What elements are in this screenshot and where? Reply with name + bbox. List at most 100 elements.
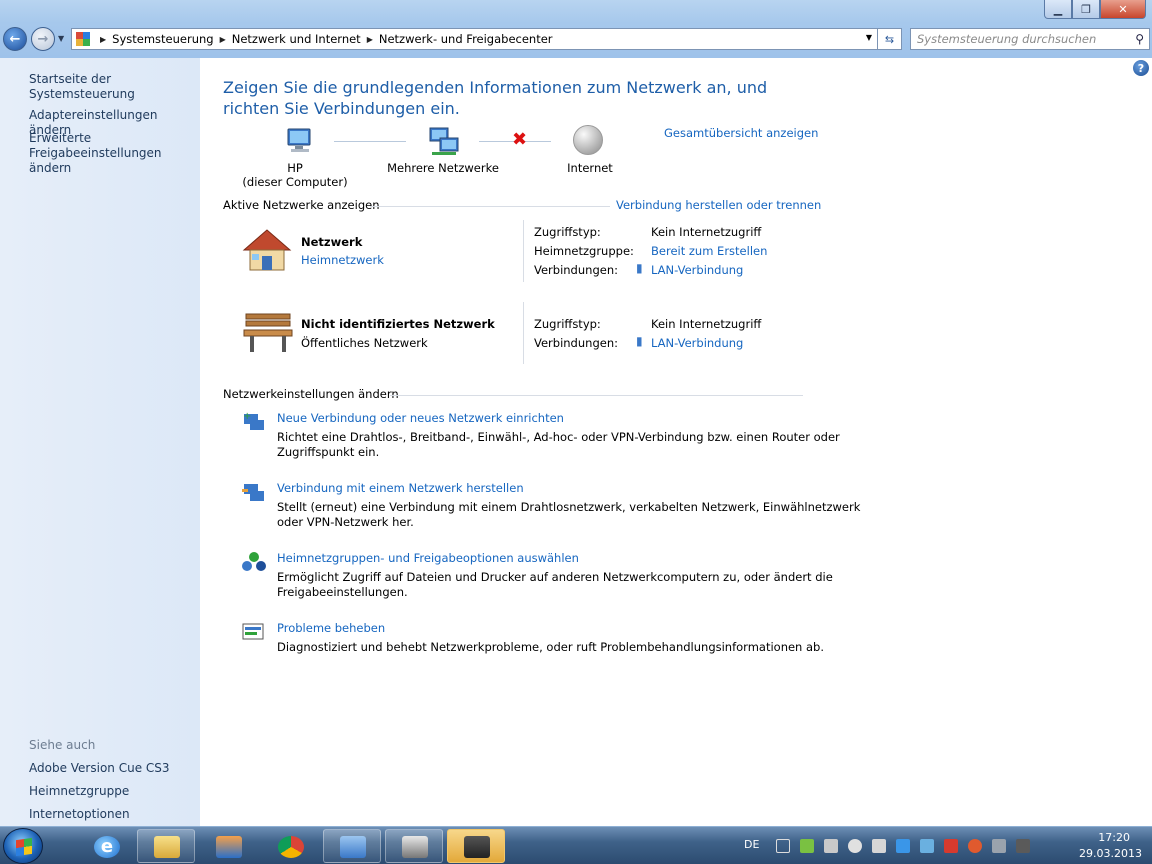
network-2-type: Öffentliches Netzwerk [301, 336, 428, 350]
link-internet-options[interactable]: Internetoptionen [29, 807, 130, 822]
active-networks-heading: Aktive Netzwerke anzeigen [223, 198, 380, 212]
no-connection-icon[interactable]: ✖ [512, 129, 527, 150]
clock-time[interactable]: 17:20 [1098, 831, 1130, 844]
window-controls: ▁ ❐ ✕ [1044, 0, 1146, 19]
network-1-conn-label: Verbindungen: [534, 263, 618, 277]
back-button[interactable]: ← [3, 27, 27, 51]
avira-icon[interactable] [944, 839, 958, 853]
see-also-heading: Siehe auch [29, 738, 96, 752]
home-network-icon[interactable] [242, 228, 292, 272]
breadcrumb-separator-icon[interactable]: ▶ [100, 35, 106, 44]
homegroup-options-icon [242, 552, 266, 571]
search-placeholder: Systemsteuerung durchsuchen [917, 32, 1097, 46]
network-1-type-link[interactable]: Heimnetzwerk [301, 253, 384, 267]
breadcrumb-separator-icon[interactable]: ▶ [367, 35, 373, 44]
refresh-button[interactable]: ⇆ [878, 28, 902, 50]
task-desc-line: oder VPN-Netzwerk her. [277, 515, 414, 529]
link-advanced-sharing[interactable]: Erweiterte Freigabeeinstellungen ändern [29, 131, 200, 176]
restore-button[interactable]: ❐ [1072, 0, 1100, 19]
usb-icon[interactable] [824, 839, 838, 853]
task-new-connection-link[interactable]: Neue Verbindung oder neues Netzwerk einr… [277, 411, 564, 425]
close-button[interactable]: ✕ [1100, 0, 1146, 19]
signal-icon[interactable] [992, 839, 1006, 853]
forward-button[interactable]: → [31, 27, 55, 51]
folder-icon [154, 836, 180, 858]
taskbar-explorer[interactable] [137, 829, 195, 863]
task-desc-line: Ermöglicht Zugriff auf Dateien und Druck… [277, 570, 833, 584]
action-center-flag-icon[interactable] [776, 839, 790, 853]
task-homegroup-desc: Ermöglicht Zugriff auf Dateien und Druck… [277, 570, 833, 600]
breadcrumb-freigabecenter[interactable]: Netzwerk- und Freigabecenter [379, 32, 553, 46]
network-1-divider [523, 220, 524, 282]
internet-globe-icon[interactable] [573, 125, 603, 155]
language-indicator[interactable]: DE [744, 838, 759, 851]
search-icon[interactable]: ⚲ [1135, 32, 1144, 46]
breadcrumb-netzwerk-internet[interactable]: Netzwerk und Internet [232, 32, 361, 46]
network-2-conn-label: Verbindungen: [534, 336, 618, 350]
taskbar-control-panel[interactable] [323, 829, 381, 863]
printer-icon [464, 836, 490, 858]
network-2-access-value: Kein Internetzugriff [651, 317, 762, 331]
window-titlebar: ▁ ❐ ✕ ← → ▼ ▶ Systemsteuerung ▶ Netzwerk… [0, 0, 1152, 58]
computer-icon[interactable] [285, 126, 315, 158]
section-divider [370, 206, 610, 207]
breadcrumb-systemsteuerung[interactable]: Systemsteuerung [112, 32, 213, 46]
search-input[interactable]: Systemsteuerung durchsuchen ⚲ [910, 28, 1150, 50]
dropbox-icon[interactable] [896, 839, 910, 853]
page-title: Zeigen Sie die grundlegenden Information… [223, 78, 768, 118]
taskbar-chrome[interactable] [261, 829, 319, 863]
control-panel-icon [76, 32, 90, 46]
network-1-homegroup-link[interactable]: Bereit zum Erstellen [651, 244, 767, 258]
network-2-divider [523, 302, 524, 364]
breadcrumb-separator-icon[interactable]: ▶ [220, 35, 226, 44]
network-2-access-label: Zugriffstyp: [534, 317, 601, 331]
taskbar-internet-explorer[interactable]: e [77, 829, 135, 863]
task-desc-line: Zugriffspunkt ein. [277, 445, 380, 459]
control-panel-app-icon [340, 836, 366, 858]
minimize-button[interactable]: ▁ [1044, 0, 1072, 19]
link-homegroup[interactable]: Heimnetzgruppe [29, 784, 129, 799]
help-icon[interactable]: ? [1133, 60, 1149, 76]
clock-date[interactable]: 29.03.2013 [1079, 847, 1142, 860]
multiple-networks-label: Mehrere Netzwerke [387, 161, 499, 175]
task-desc-line: Stellt (erneut) eine Verbindung mit eine… [277, 500, 861, 514]
task-desc-line: Freigabeeinstellungen. [277, 585, 408, 599]
link-advanced-sharing-line2: Freigabeeinstellungen ändern [29, 146, 162, 175]
recent-pages-dropdown-icon[interactable]: ▼ [58, 34, 64, 43]
task-new-connection-desc: Richtet eine Drahtlos-, Breitband-, Einw… [277, 430, 840, 460]
network-1-access-value: Kein Internetzugriff [651, 225, 762, 239]
link-adobe-version-cue[interactable]: Adobe Version Cue CS3 [29, 761, 170, 776]
network-2-lan-link[interactable]: LAN-Verbindung [651, 336, 743, 350]
taskbar-printer-app[interactable] [447, 829, 505, 863]
taskbar-network-app[interactable] [385, 829, 443, 863]
network-1-homegroup-label: Heimnetzgruppe: [534, 244, 634, 258]
internet-explorer-icon: e [94, 836, 120, 858]
full-map-link[interactable]: Gesamtübersicht anzeigen [664, 126, 818, 140]
printer-tray-icon[interactable] [872, 839, 886, 853]
volume-icon[interactable] [848, 839, 862, 853]
network-1-lan-link[interactable]: LAN-Verbindung [651, 263, 743, 277]
network-tray-icon[interactable] [1016, 839, 1030, 853]
task-desc-line: Richtet eine Drahtlos-, Breitband-, Einw… [277, 430, 840, 444]
task-troubleshoot-link[interactable]: Probleme beheben [277, 621, 385, 635]
left-navigation-pane: Startseite der Systemsteuerung Adapterei… [0, 58, 200, 826]
link-advanced-sharing-line1: Erweiterte [29, 131, 92, 145]
multiple-networks-icon[interactable] [428, 126, 462, 158]
connect-disconnect-link[interactable]: Verbindung herstellen oder trennen [616, 198, 821, 212]
public-network-bench-icon[interactable] [242, 310, 294, 356]
settings-heading: Netzwerkeinstellungen ändern [223, 387, 399, 401]
address-dropdown-icon[interactable]: ▼ [866, 33, 872, 42]
app-tray-icon[interactable] [920, 839, 934, 853]
taskbar-media-player[interactable] [199, 829, 257, 863]
svg-text:+: + [243, 411, 251, 422]
task-homegroup-link[interactable]: Heimnetzgruppen- und Freigabeoptionen au… [277, 551, 579, 565]
computer-label: HP (dieser Computer) [240, 161, 350, 189]
task-connect-network-desc: Stellt (erneut) eine Verbindung mit eine… [277, 500, 860, 530]
link-control-panel-home[interactable]: Startseite der Systemsteuerung [29, 72, 200, 102]
nvidia-icon[interactable] [800, 839, 814, 853]
start-button[interactable] [3, 828, 43, 864]
wifi-tray-icon[interactable] [968, 839, 982, 853]
troubleshoot-icon [242, 623, 264, 640]
task-connect-network-link[interactable]: Verbindung mit einem Netzwerk herstellen [277, 481, 524, 495]
address-bar[interactable]: ▶ Systemsteuerung ▶ Netzwerk und Interne… [71, 28, 878, 50]
